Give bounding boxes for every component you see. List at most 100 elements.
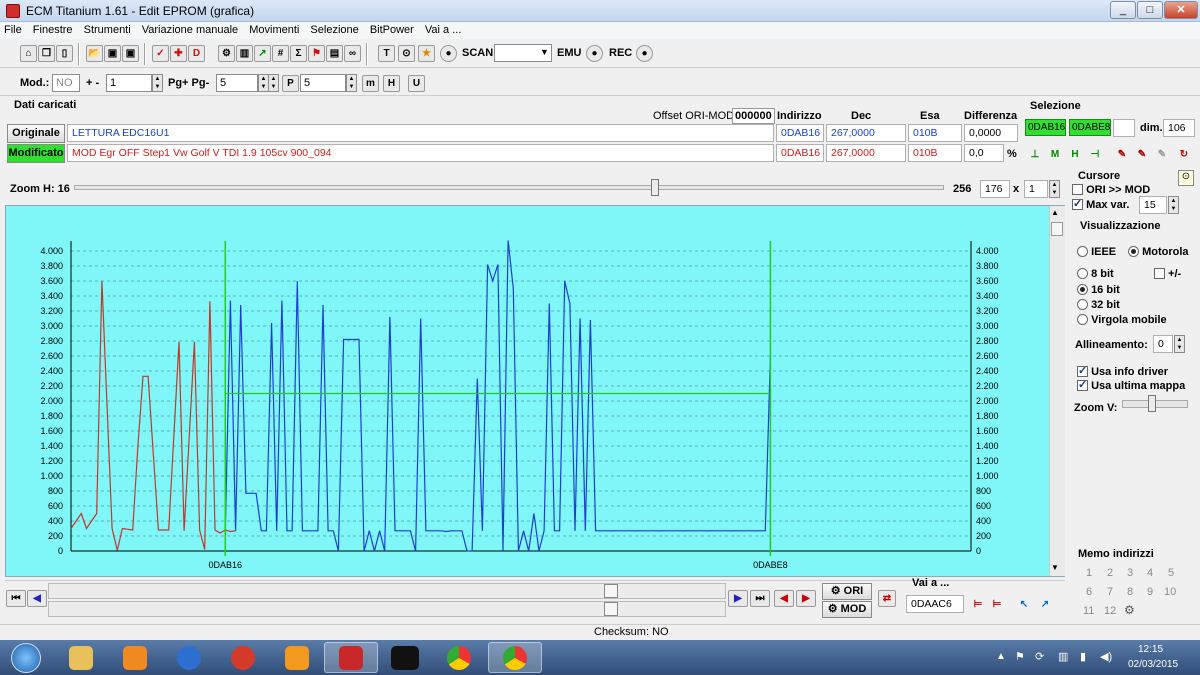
next-page-icon[interactable]: ▶ bbox=[728, 590, 748, 607]
max-var-stepper[interactable]: ▲ ▼ bbox=[1168, 196, 1179, 214]
sync-tray-icon[interactable]: ⟳ bbox=[1035, 650, 1044, 663]
sel-reset-icon[interactable]: ↻ bbox=[1176, 146, 1192, 162]
padlock-icon[interactable]: ⊙ bbox=[1178, 170, 1194, 186]
chart-icon[interactable]: ↗ bbox=[254, 45, 271, 62]
memo-slot-12[interactable]: 12 bbox=[1104, 605, 1116, 617]
tray-arrow-icon[interactable]: ▲ bbox=[996, 651, 1006, 662]
goto-end-icon[interactable]: ⊨ bbox=[989, 596, 1005, 612]
memo-save-icon[interactable]: ⚙ bbox=[1124, 603, 1135, 617]
p-icon[interactable]: P bbox=[282, 75, 299, 92]
memo-slot-1[interactable]: 1 bbox=[1086, 567, 1092, 579]
p-stepper[interactable]: ▲ ▼ bbox=[268, 74, 279, 92]
menu-strumenti[interactable]: Strumenti bbox=[80, 22, 135, 38]
page-icon[interactable]: ▯ bbox=[56, 45, 73, 62]
bit32-radio[interactable] bbox=[1077, 298, 1088, 310]
zoom-h-slider[interactable] bbox=[74, 185, 944, 190]
sum-icon[interactable]: Σ bbox=[290, 45, 307, 62]
goto-start-icon[interactable]: ⊨ bbox=[970, 596, 986, 612]
plusminus-stepper[interactable]: ▲ ▼ bbox=[152, 74, 163, 92]
sel-h-icon[interactable]: H bbox=[1067, 146, 1083, 162]
p-field[interactable]: 5 bbox=[300, 74, 346, 92]
allineamento-field[interactable]: 0 bbox=[1153, 335, 1173, 353]
calc-icon[interactable]: ▥ bbox=[236, 45, 253, 62]
home-icon[interactable]: ⌂ bbox=[20, 45, 37, 62]
prev-diff-icon[interactable]: ◀ bbox=[774, 590, 794, 607]
u-icon[interactable]: U bbox=[408, 75, 425, 92]
menu-movimenti[interactable]: Movimenti bbox=[245, 22, 303, 38]
next-diff-icon[interactable]: ▶ bbox=[796, 590, 816, 607]
h-scroll-thumb-top[interactable] bbox=[604, 584, 618, 598]
sel-start-icon[interactable]: ⊥ bbox=[1027, 146, 1043, 162]
clock-date[interactable]: 02/03/2015 bbox=[1128, 659, 1178, 670]
vai-a-field[interactable]: 0DAAC6 bbox=[906, 595, 964, 613]
memo-slot-2[interactable]: 2 bbox=[1107, 567, 1113, 579]
h-scroll-thumb-bottom[interactable] bbox=[604, 602, 618, 616]
driver-icon[interactable]: D bbox=[188, 45, 205, 62]
usa-ultima-checkbox[interactable] bbox=[1077, 378, 1088, 391]
zoom-v-thumb[interactable] bbox=[1148, 395, 1156, 412]
plusminus-field[interactable]: 1 bbox=[106, 74, 152, 92]
checksum-icon[interactable]: ✚ bbox=[170, 45, 187, 62]
h-icon[interactable]: H bbox=[383, 75, 400, 92]
horizontal-scrollbar-top[interactable] bbox=[48, 583, 726, 599]
pg-field[interactable]: 5 bbox=[216, 74, 258, 92]
swap-icon[interactable]: ⇄ bbox=[878, 590, 896, 607]
copy-icon[interactable]: ❐ bbox=[38, 45, 55, 62]
binoculars-icon[interactable]: ∞ bbox=[344, 45, 361, 62]
compare-icon[interactable]: ⚙ bbox=[218, 45, 235, 62]
chevron-down-icon[interactable]: ▼ bbox=[540, 47, 549, 57]
minimize-button[interactable]: _ bbox=[1110, 1, 1136, 19]
lock-icon[interactable]: ⊙ bbox=[398, 45, 415, 62]
prev-page-icon[interactable]: ◀ bbox=[27, 590, 47, 607]
motorola-radio[interactable] bbox=[1128, 245, 1139, 257]
sel-copy-icon[interactable]: ✎ bbox=[1114, 146, 1130, 162]
memo-slot-3[interactable]: 3 bbox=[1127, 567, 1133, 579]
run-icon[interactable]: ★ bbox=[418, 45, 435, 62]
task-media[interactable] bbox=[108, 642, 162, 673]
task-explorer[interactable] bbox=[54, 642, 108, 673]
max-var-field[interactable]: 15 bbox=[1139, 196, 1167, 214]
first-page-icon[interactable]: ⏮ bbox=[6, 590, 26, 607]
chart-area[interactable]: 4.000 4.000 3.800 3.800 3.600 3.600 3.400 3.400… bbox=[5, 205, 1065, 577]
graph-icon[interactable]: ▤ bbox=[326, 45, 343, 62]
sel-mark-icon[interactable]: M bbox=[1047, 146, 1063, 162]
flag-icon[interactable]: ⚑ bbox=[308, 45, 325, 62]
mod-field[interactable]: NO bbox=[52, 74, 80, 92]
modificato-button[interactable]: Modificato bbox=[7, 144, 65, 163]
virgola-radio[interactable] bbox=[1077, 313, 1088, 325]
usa-info-checkbox[interactable] bbox=[1077, 364, 1088, 377]
memo-slot-8[interactable]: 8 bbox=[1127, 586, 1133, 598]
memo-slot-6[interactable]: 6 bbox=[1086, 586, 1092, 598]
task-tool[interactable] bbox=[270, 642, 324, 673]
memo-slot-10[interactable]: 10 bbox=[1164, 586, 1176, 598]
maximize-button[interactable]: □ bbox=[1137, 1, 1163, 19]
mod-button[interactable]: ⚙ MOD bbox=[822, 601, 872, 618]
volume-tray-icon[interactable]: ◀) bbox=[1100, 650, 1112, 663]
chart-vertical-scrollbar[interactable]: ▲ ▼ bbox=[1049, 206, 1065, 576]
check-icon[interactable]: ✓ bbox=[152, 45, 169, 62]
task-ecm-titanium[interactable] bbox=[324, 642, 378, 673]
scroll-up-icon[interactable]: ▲ bbox=[1051, 208, 1059, 217]
close-button[interactable]: ✕ bbox=[1164, 1, 1198, 19]
menu-finestre[interactable]: Finestre bbox=[29, 22, 77, 38]
horizontal-scrollbar-bottom[interactable] bbox=[48, 601, 726, 617]
start-button[interactable] bbox=[0, 642, 52, 673]
signal-tray-icon[interactable]: ▮ bbox=[1080, 650, 1086, 663]
m-icon[interactable]: m bbox=[362, 75, 379, 92]
scroll-down-icon[interactable]: ▼ bbox=[1051, 563, 1059, 572]
rec-button-icon[interactable]: ● bbox=[636, 45, 653, 62]
max-var-checkbox[interactable] bbox=[1072, 197, 1083, 210]
record-icon[interactable]: ● bbox=[440, 45, 457, 62]
memo-slot-11[interactable]: 11 bbox=[1083, 605, 1094, 617]
clock-time[interactable]: 12:15 bbox=[1138, 644, 1163, 655]
ori-mod-checkbox[interactable] bbox=[1072, 183, 1083, 195]
task-mpps[interactable] bbox=[378, 642, 432, 673]
task-bolt[interactable] bbox=[162, 642, 216, 673]
allineamento-stepper[interactable]: ▲ ▼ bbox=[1174, 335, 1185, 353]
memo-slot-5[interactable]: 5 bbox=[1168, 567, 1174, 579]
sel-paste-icon[interactable]: ✎ bbox=[1134, 146, 1150, 162]
menu-selezione[interactable]: Selezione bbox=[306, 22, 362, 38]
task-chrome-1[interactable] bbox=[432, 642, 486, 673]
sel-end-icon[interactable]: ⊣ bbox=[1087, 146, 1103, 162]
grid-icon[interactable]: # bbox=[272, 45, 289, 62]
